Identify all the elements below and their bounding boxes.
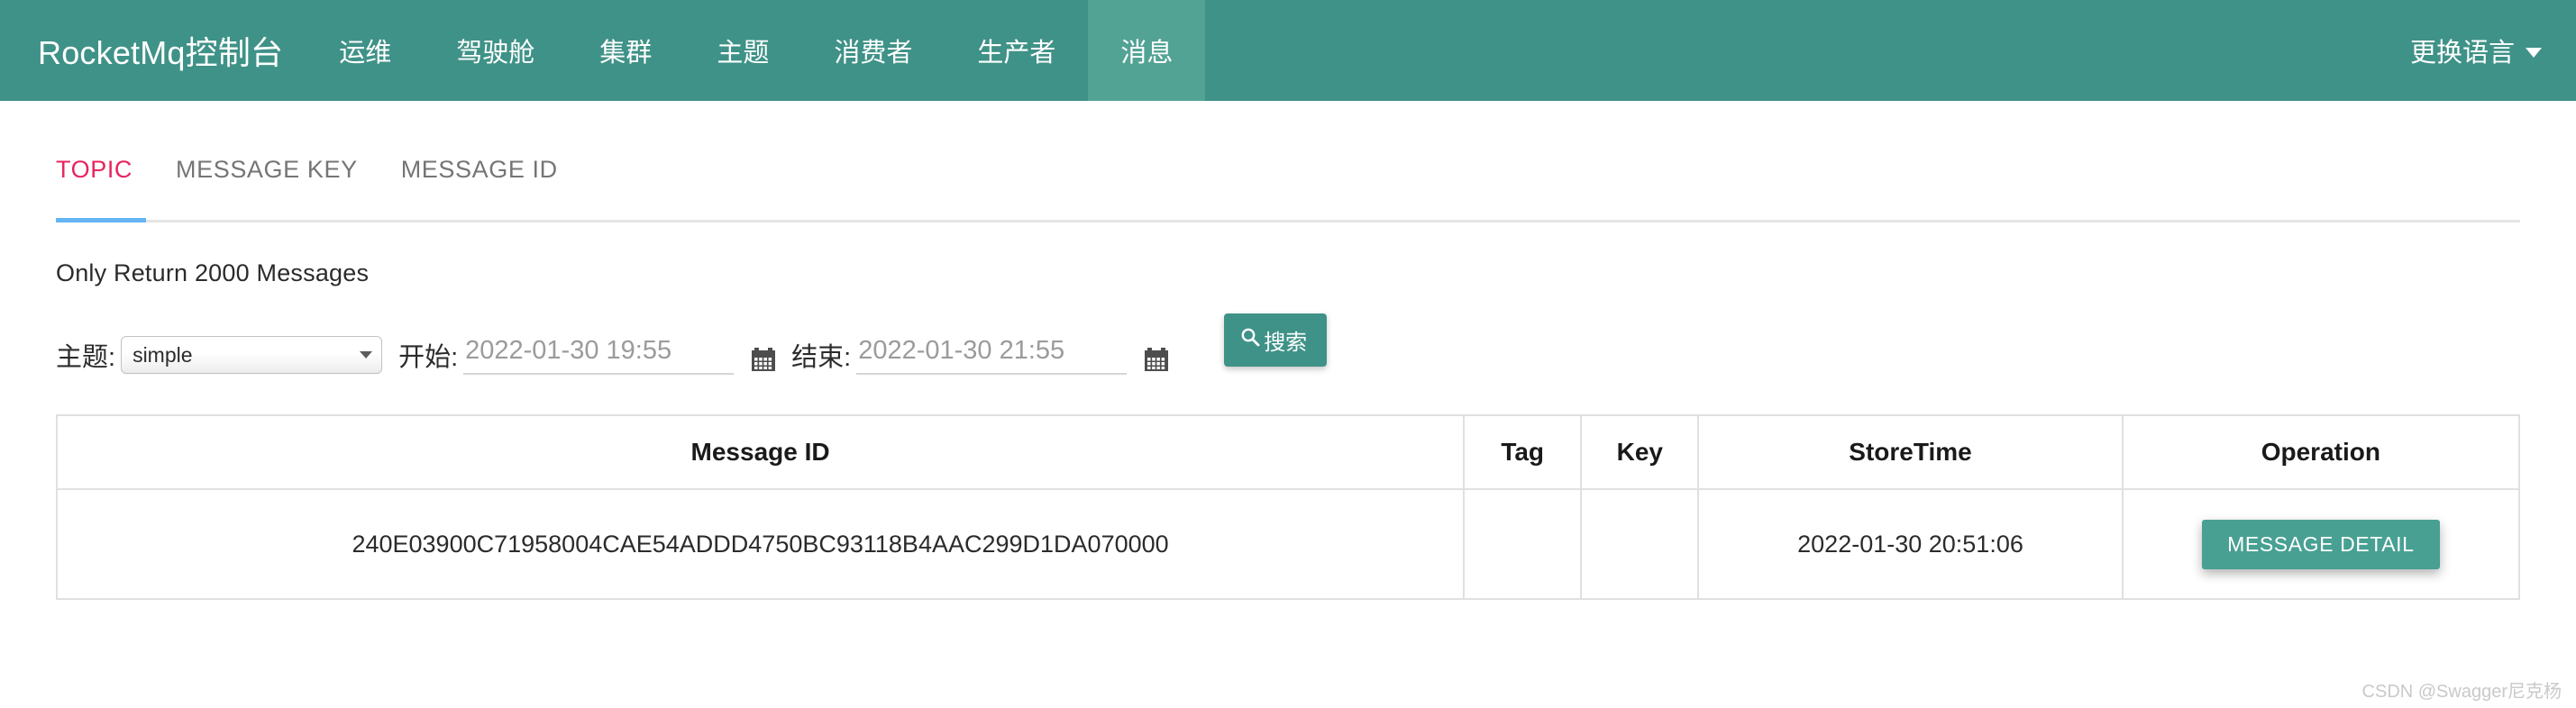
tab-message-id[interactable]: MESSAGE ID bbox=[401, 158, 558, 182]
language-switcher-label: 更换语言 bbox=[2409, 39, 2515, 68]
search-button[interactable]: 搜索 bbox=[1224, 313, 1328, 367]
main-nav: 运维 驾驶舱 集群 主题 消费者 生产者 消息 bbox=[306, 0, 1206, 101]
end-time-label: 结束: bbox=[791, 343, 852, 373]
chevron-down-icon bbox=[2526, 47, 2542, 58]
nav-item-cluster[interactable]: 集群 bbox=[567, 0, 684, 101]
messages-table: Message ID Tag Key StoreTime Operation 2… bbox=[55, 414, 2521, 600]
begin-time-label: 开始: bbox=[398, 343, 459, 373]
tab-bar: TOPIC MESSAGE KEY MESSAGE ID bbox=[56, 158, 2520, 222]
tab-active-indicator bbox=[56, 218, 146, 222]
nav-item-consumer[interactable]: 消费者 bbox=[801, 0, 945, 101]
topic-select-value: simple bbox=[132, 342, 193, 367]
table-header-row: Message ID Tag Key StoreTime Operation bbox=[55, 414, 2521, 490]
filter-bar: 主题: simple 开始: 2022-01-30 19:55 结束: 2022… bbox=[56, 313, 2520, 380]
column-header-storetime: StoreTime bbox=[1697, 414, 2124, 490]
end-time-input[interactable] bbox=[856, 335, 1128, 375]
table-row: 240E03900C71958004CAE54ADDD4750BC93118B4… bbox=[55, 488, 2521, 600]
search-icon bbox=[1240, 327, 1260, 353]
search-button-label: 搜索 bbox=[1264, 331, 1308, 355]
cell-message-id: 240E03900C71958004CAE54ADDD4750BC93118B4… bbox=[55, 488, 1466, 600]
cell-tag bbox=[1463, 488, 1583, 600]
nav-item-dashboard[interactable]: 驾驶舱 bbox=[424, 0, 567, 101]
messages-limit-notice: Only Return 2000 Messages bbox=[56, 259, 370, 286]
navbar-right: 更换语言 bbox=[2410, 0, 2576, 101]
messages-table-head: Message ID Tag Key StoreTime Operation bbox=[55, 414, 2521, 490]
tab-list: TOPIC MESSAGE KEY MESSAGE ID bbox=[56, 158, 2520, 220]
nav-item-topic[interactable]: 主题 bbox=[684, 0, 801, 101]
tab-topic[interactable]: TOPIC bbox=[56, 158, 132, 182]
language-switcher[interactable]: 更换语言 bbox=[2410, 32, 2542, 69]
calendar-icon[interactable] bbox=[752, 347, 776, 371]
chevron-down-icon bbox=[360, 351, 373, 359]
nav-item-producer[interactable]: 生产者 bbox=[945, 0, 1088, 101]
nav-item-ops[interactable]: 运维 bbox=[306, 0, 424, 101]
tab-message-key[interactable]: MESSAGE KEY bbox=[176, 158, 358, 182]
message-detail-button[interactable]: MESSAGE DETAIL bbox=[2202, 519, 2440, 569]
cell-storetime: 2022-01-30 20:51:06 bbox=[1697, 488, 2124, 600]
brand-logo[interactable]: RocketMq控制台 bbox=[0, 0, 306, 101]
column-header-operation: Operation bbox=[2121, 414, 2521, 490]
topic-select[interactable]: simple bbox=[121, 336, 383, 374]
cell-key bbox=[1580, 488, 1700, 600]
messages-table-body: 240E03900C71958004CAE54ADDD4750BC93118B4… bbox=[55, 488, 2521, 600]
page-content: TOPIC MESSAGE KEY MESSAGE ID Only Return… bbox=[0, 158, 2576, 600]
cell-operation: MESSAGE DETAIL bbox=[2121, 488, 2521, 600]
column-header-key: Key bbox=[1580, 414, 1700, 490]
begin-time-input[interactable] bbox=[463, 335, 735, 375]
watermark: CSDN @Swagger尼克杨 bbox=[2361, 682, 2562, 702]
topic-label: 主题: bbox=[56, 343, 116, 372]
calendar-icon[interactable] bbox=[1145, 347, 1169, 371]
column-header-tag: Tag bbox=[1463, 414, 1583, 490]
begin-time-group: 开始: bbox=[398, 335, 776, 375]
nav-item-message[interactable]: 消息 bbox=[1088, 0, 1206, 101]
top-navbar: RocketMq控制台 运维 驾驶舱 集群 主题 消费者 生产者 消息 更换语言 bbox=[0, 0, 2576, 101]
end-time-group: 结束: bbox=[791, 335, 1169, 375]
column-header-message-id: Message ID bbox=[55, 414, 1466, 490]
